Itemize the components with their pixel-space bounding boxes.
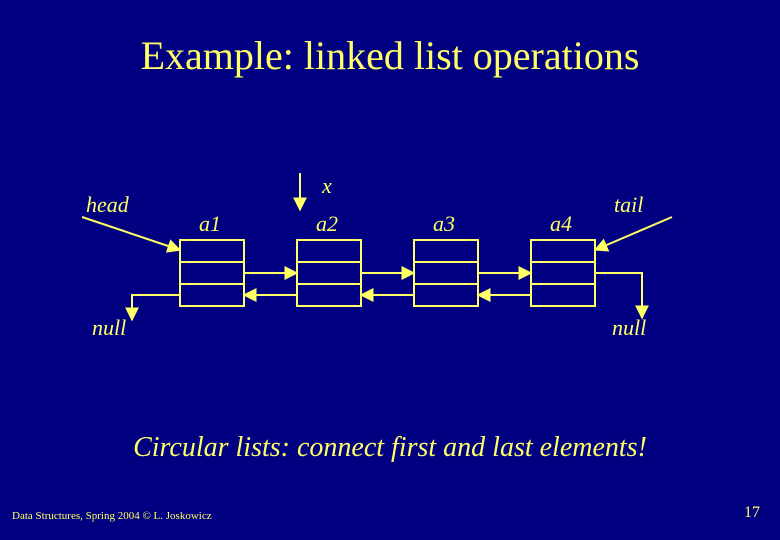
node-box-a1 [180,240,244,306]
next-arrow-a4-null [595,273,642,318]
node-box-a2 [297,240,361,306]
head-pointer-arrow [82,217,180,250]
tail-pointer-arrow [595,217,672,250]
linked-list-diagram [0,0,780,540]
prev-arrow-a1-null [132,295,180,320]
node-box-a4 [531,240,595,306]
node-box-a3 [414,240,478,306]
